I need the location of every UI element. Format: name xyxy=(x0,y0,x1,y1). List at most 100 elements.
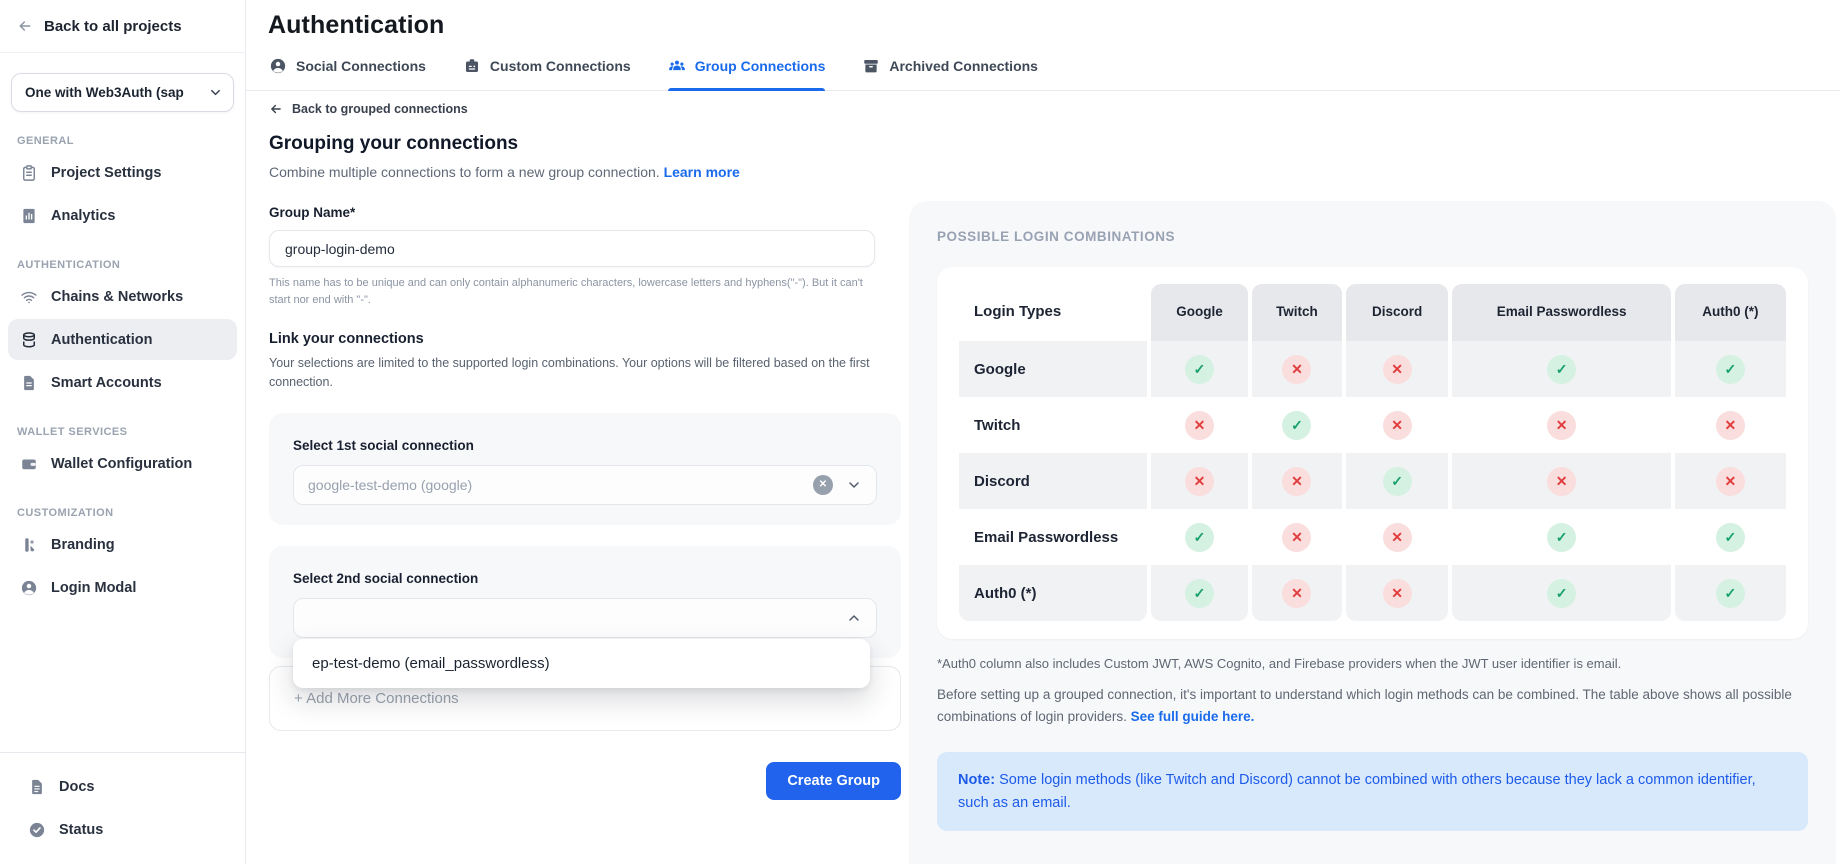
tab-label: Custom Connections xyxy=(490,58,631,74)
dropdown-option[interactable]: ep-test-demo (email_passwordless) xyxy=(312,655,851,672)
combination-cell: ✓ xyxy=(1452,341,1670,397)
sidebar-item-authentication[interactable]: Authentication xyxy=(8,319,237,360)
page-title: Authentication xyxy=(246,0,1840,40)
combination-cell: ✓ xyxy=(1675,509,1786,565)
sidebar-item-analytics[interactable]: Analytics xyxy=(8,195,237,236)
sidebar-item-project-settings[interactable]: Project Settings xyxy=(8,152,237,193)
combination-cell: ✕ xyxy=(1346,565,1448,621)
combination-cell: ✕ xyxy=(1675,453,1786,509)
main-area: Authentication Social Connections Custom … xyxy=(246,0,1840,864)
select2-dropdown[interactable] xyxy=(293,598,877,638)
auth0-footnote: *Auth0 column also includes Custom JWT, … xyxy=(937,656,1808,671)
row-label: Discord xyxy=(959,453,1147,509)
sidebar-nav: GENERALProject SettingsAnalyticsAUTHENTI… xyxy=(0,112,245,610)
project-selector-value: One with Web3Auth (sap xyxy=(25,85,184,100)
sidebar-item-login-modal[interactable]: Login Modal xyxy=(8,567,237,608)
back-to-grouped-connections-link[interactable]: Back to grouped connections xyxy=(269,102,901,116)
combination-cell: ✓ xyxy=(1151,341,1248,397)
table-row: Auth0 (*)✓✕✕✓✓ xyxy=(959,565,1786,621)
sidebar-item-label: Branding xyxy=(51,537,115,553)
check-circle-icon xyxy=(27,821,46,839)
clear-selection-icon[interactable]: ✕ xyxy=(813,475,833,495)
grouping-subheading-text: Combine multiple connections to form a n… xyxy=(269,164,660,180)
check-icon: ✓ xyxy=(1716,579,1745,608)
check-icon: ✓ xyxy=(1716,355,1745,384)
sidebar: Back to all projects One with Web3Auth (… xyxy=(0,0,246,864)
sidebar-item-label: Docs xyxy=(59,779,94,795)
row-label: Twitch xyxy=(959,397,1147,453)
clipboard-icon xyxy=(19,164,38,182)
check-icon: ✓ xyxy=(1282,411,1311,440)
x-icon: ✕ xyxy=(1282,523,1311,552)
sidebar-item-label: Status xyxy=(59,822,103,838)
sidebar-item-chains-networks[interactable]: Chains & Networks xyxy=(8,276,237,317)
chevron-down-icon xyxy=(846,477,862,493)
check-icon: ✓ xyxy=(1547,355,1576,384)
learn-more-link[interactable]: Learn more xyxy=(664,164,740,180)
tab-custom-connections[interactable]: Custom Connections xyxy=(463,57,631,90)
users-group-icon xyxy=(668,57,686,75)
note-label: Note: xyxy=(958,772,995,788)
sidebar-item-label: Authentication xyxy=(51,332,153,348)
link-connections-heading: Link your connections xyxy=(269,331,901,347)
check-icon: ✓ xyxy=(1185,523,1214,552)
sidebar-item-docs[interactable]: Docs xyxy=(16,766,229,807)
check-icon: ✓ xyxy=(1547,579,1576,608)
x-icon: ✕ xyxy=(1547,467,1576,496)
back-to-projects-link[interactable]: Back to all projects xyxy=(0,0,245,53)
sidebar-item-smart-accounts[interactable]: Smart Accounts xyxy=(8,362,237,403)
check-icon: ✓ xyxy=(1547,523,1576,552)
combination-cell: ✓ xyxy=(1252,397,1342,453)
arrow-left-icon xyxy=(269,102,283,116)
sidebar-item-wallet-configuration[interactable]: Wallet Configuration xyxy=(8,443,237,484)
x-icon: ✕ xyxy=(1282,355,1311,384)
link-connections-description: Your selections are limited to the suppo… xyxy=(269,354,887,392)
wifi-icon xyxy=(19,288,38,306)
row-label: Google xyxy=(959,341,1147,397)
badge-icon xyxy=(463,57,481,75)
combination-cell: ✓ xyxy=(1452,565,1670,621)
table-column-header: Login Types xyxy=(959,284,1147,341)
full-guide-link[interactable]: See full guide here. xyxy=(1131,709,1255,724)
sidebar-section-label: GENERAL xyxy=(17,135,228,147)
user-circle-icon xyxy=(19,579,38,597)
create-group-button[interactable]: Create Group xyxy=(766,762,901,800)
tab-social-connections[interactable]: Social Connections xyxy=(269,57,426,90)
sidebar-section-label: CUSTOMIZATION xyxy=(17,507,228,519)
group-name-label: Group Name* xyxy=(269,205,901,220)
x-icon: ✕ xyxy=(1282,579,1311,608)
combination-cell: ✕ xyxy=(1252,341,1342,397)
x-icon: ✕ xyxy=(1282,467,1311,496)
table-column-header: Twitch xyxy=(1252,284,1342,341)
x-icon: ✕ xyxy=(1547,411,1576,440)
tab-archived-connections[interactable]: Archived Connections xyxy=(862,57,1038,90)
check-icon: ✓ xyxy=(1185,579,1214,608)
login-combinations-panel: POSSIBLE LOGIN COMBINATIONS Login TypesG… xyxy=(909,201,1836,864)
combination-cell: ✕ xyxy=(1675,397,1786,453)
first-connection-card: Select 1st social connection google-test… xyxy=(269,413,901,525)
combinations-description-text: Before setting up a grouped connection, … xyxy=(937,687,1792,724)
combination-cell: ✓ xyxy=(1452,509,1670,565)
sidebar-item-status[interactable]: Status xyxy=(16,809,229,850)
archive-icon xyxy=(862,57,880,75)
back-to-projects-label: Back to all projects xyxy=(44,18,182,35)
x-icon: ✕ xyxy=(1383,523,1412,552)
table-column-header: Google xyxy=(1151,284,1248,341)
tab-label: Group Connections xyxy=(695,58,826,74)
login-combinations-table: Login TypesGoogleTwitchDiscordEmail Pass… xyxy=(955,284,1790,621)
combination-cell: ✕ xyxy=(1346,397,1448,453)
back-link-label: Back to grouped connections xyxy=(292,102,468,116)
sidebar-item-branding[interactable]: Branding xyxy=(8,524,237,565)
group-name-input[interactable]: group-login-demo xyxy=(269,230,875,267)
file-icon xyxy=(19,374,38,392)
select1-dropdown[interactable]: google-test-demo (google) ✕ xyxy=(293,465,877,505)
combination-cell: ✓ xyxy=(1675,341,1786,397)
tab-group-connections[interactable]: Group Connections xyxy=(668,57,826,90)
combination-cell: ✕ xyxy=(1346,341,1448,397)
wallet-icon xyxy=(19,455,38,473)
sidebar-item-label: Login Modal xyxy=(51,580,136,596)
x-icon: ✕ xyxy=(1716,467,1745,496)
sidebar-item-label: Chains & Networks xyxy=(51,289,183,305)
project-selector[interactable]: One with Web3Auth (sap xyxy=(11,73,234,112)
table-column-header: Email Passwordless xyxy=(1452,284,1670,341)
